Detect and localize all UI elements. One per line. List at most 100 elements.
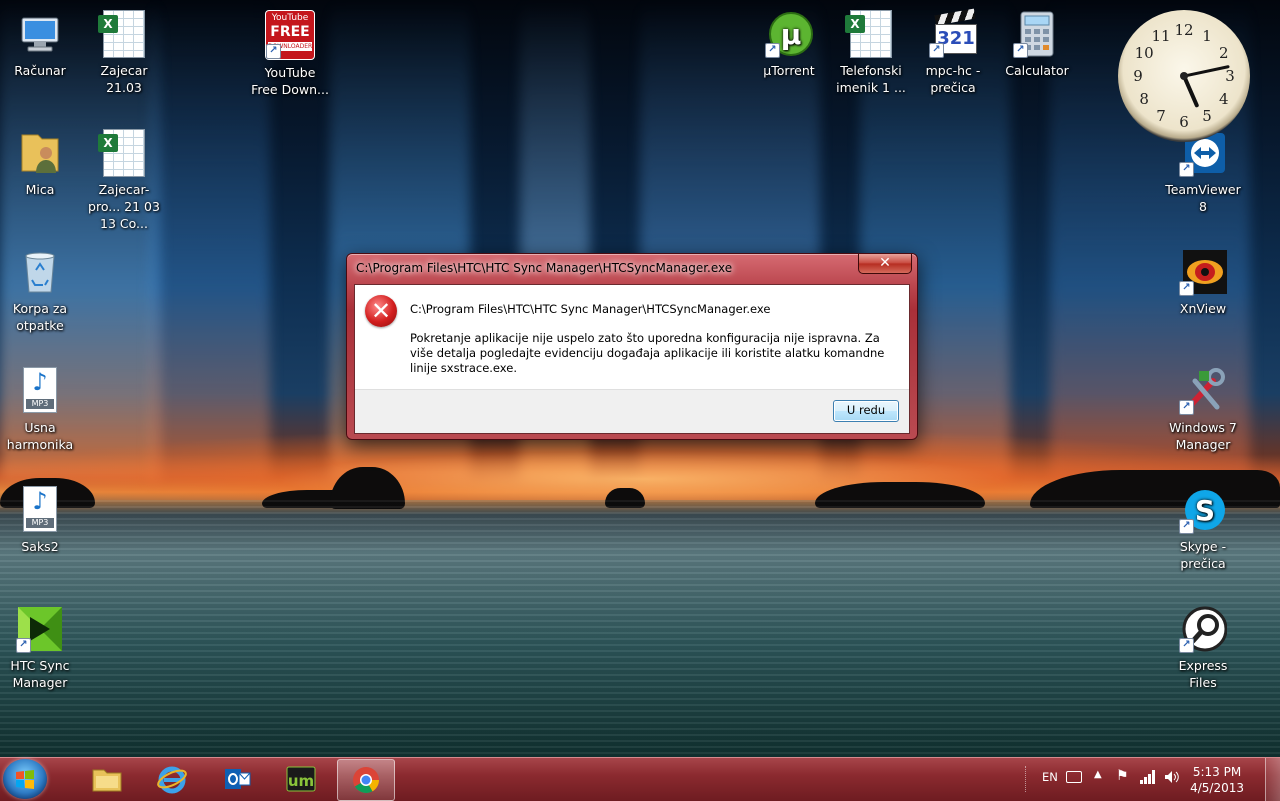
taskbar-um[interactable]: um xyxy=(273,759,329,799)
error-icon: ✕ xyxy=(365,295,397,327)
clock-number: 6 xyxy=(1179,113,1189,131)
outlook-icon xyxy=(225,769,251,789)
desktop-icon-htc-sync-manager[interactable]: ↗ HTC Sync Manager xyxy=(0,605,80,691)
shortcut-arrow-icon: ↗ xyxy=(1013,43,1028,58)
xnview-icon: ↗ xyxy=(1179,248,1227,296)
shortcut-arrow-icon: ↗ xyxy=(1179,281,1194,296)
excel-file-icon: X xyxy=(845,10,895,58)
um-icon: um xyxy=(286,766,316,792)
taskbar-explorer[interactable] xyxy=(79,759,135,799)
computer-icon xyxy=(16,10,64,58)
shortcut-arrow-icon: ↗ xyxy=(1179,400,1194,415)
mp3-file-icon: ♪ MP3 xyxy=(16,367,64,415)
icon-label: mpc-hc - prečica xyxy=(925,63,981,95)
clock-center xyxy=(1180,72,1188,80)
user-folder-icon xyxy=(16,129,64,177)
desktop-icon-teamviewer[interactable]: ↗ TeamViewer 8 xyxy=(1163,129,1243,215)
excel-file-icon: X xyxy=(98,10,148,58)
svg-text:µ: µ xyxy=(781,18,802,51)
icon-label: Skype - prečica xyxy=(1179,539,1227,571)
taskbar: um EN ▲ ⚑ 5:13 PM 4/5/2013 xyxy=(0,757,1280,801)
shortcut-arrow-icon: ↗ xyxy=(1179,638,1194,653)
explorer-icon xyxy=(92,769,122,792)
show-hidden-icons-icon[interactable]: ▲ xyxy=(1094,769,1102,780)
desktop-icon-mica[interactable]: Mica xyxy=(0,129,80,198)
utorrent-icon: µ ↗ xyxy=(765,10,813,58)
dialog-heading: C:\Program Files\HTC\HTC Sync Manager\HT… xyxy=(410,302,771,316)
icon-label: Zajecar 21.03 xyxy=(100,63,148,95)
express-files-icon: ↗ xyxy=(1179,605,1228,653)
desktop-icon-saks2[interactable]: ♪ MP3 Saks2 xyxy=(0,486,80,555)
clock-number: 5 xyxy=(1202,106,1212,125)
desktop-icon-utorrent[interactable]: µ ↗ µTorrent xyxy=(749,10,829,79)
tools-icon: ↗ xyxy=(1179,367,1227,415)
shortcut-arrow-icon: ↗ xyxy=(266,44,281,59)
skype-icon: S ↗ xyxy=(1179,486,1227,534)
svg-text:um: um xyxy=(288,772,314,790)
system-clock[interactable]: 5:13 PM 4/5/2013 xyxy=(1190,764,1244,796)
icon-label: Usna harmonika xyxy=(6,420,74,452)
clock-number: 9 xyxy=(1133,67,1143,85)
clock-time: 5:13 PM xyxy=(1192,765,1242,779)
desktop-icon-windows7-manager[interactable]: ↗ Windows 7 Manager xyxy=(1163,367,1243,453)
dialog-title: C:\Program Files\HTC\HTC Sync Manager\HT… xyxy=(356,261,733,275)
clock-number: 8 xyxy=(1139,90,1149,108)
icon-label: YouTube Free Down... xyxy=(251,65,329,97)
dialog-body: ✕ C:\Program Files\HTC\HTC Sync Manager\… xyxy=(354,284,910,434)
keyboard-icon[interactable] xyxy=(1066,771,1082,783)
clock-gadget[interactable]: 12 1 2 3 4 5 6 7 8 9 10 11 xyxy=(1118,10,1250,142)
desktop-icon-recycle-bin[interactable]: Korpa za otpatke xyxy=(0,248,80,334)
taskbar-outlook[interactable] xyxy=(209,759,265,799)
chrome-icon xyxy=(353,767,380,794)
desktop-icon-mpc-hc[interactable]: 321 ↗ mpc-hc - prečica xyxy=(913,8,993,96)
start-button[interactable] xyxy=(3,759,47,799)
shortcut-arrow-icon: ↗ xyxy=(1179,519,1194,534)
icon-label: Mica xyxy=(25,182,55,197)
desktop-icon-youtube-downloader[interactable]: YouTube FREE DOWNLOADER ↗ YouTube Free D… xyxy=(250,10,330,98)
taskbar-chrome[interactable] xyxy=(337,759,395,801)
icon-label: µTorrent xyxy=(763,63,815,78)
desktop-icon-zajecar-pro[interactable]: X Zajecar-pro... 21 03 13 Co... xyxy=(84,129,164,232)
desktop-icon-calculator[interactable]: ↗ Calculator xyxy=(997,10,1077,79)
htc-sync-icon: ↗ xyxy=(16,605,64,653)
show-desktop-button[interactable] xyxy=(1265,758,1280,801)
icon-label: HTC Sync Manager xyxy=(10,658,70,690)
close-button[interactable]: ✕ xyxy=(858,254,912,274)
desktop-icon-skype[interactable]: S ↗ Skype - prečica xyxy=(1163,486,1243,572)
shortcut-arrow-icon: ↗ xyxy=(16,638,31,653)
clock-number: 12 xyxy=(1174,21,1194,39)
internet-explorer-icon xyxy=(157,766,187,794)
icon-label: TeamViewer 8 xyxy=(1165,182,1241,214)
action-center-flag-icon[interactable]: ⚑ xyxy=(1116,768,1129,784)
clock-date: 4/5/2013 xyxy=(1190,781,1244,795)
desktop-icon-xnview[interactable]: ↗ XnView xyxy=(1163,248,1243,317)
icon-label: XnView xyxy=(1179,301,1227,316)
clock-hour-hand xyxy=(1182,75,1200,108)
shortcut-arrow-icon: ↗ xyxy=(1179,162,1194,177)
excel-file-icon: X xyxy=(98,129,148,177)
recycle-bin-icon xyxy=(16,248,64,296)
ok-button[interactable]: U redu xyxy=(833,400,899,422)
shortcut-arrow-icon: ↗ xyxy=(765,43,780,58)
desktop-icon-express-files[interactable]: ↗ Express Files xyxy=(1163,605,1243,691)
icon-label: Korpa za otpatke xyxy=(12,301,68,333)
mpc-hc-icon: 321 ↗ xyxy=(929,8,977,58)
icon-label: Windows 7 Manager xyxy=(1169,420,1237,452)
icon-label: Express Files xyxy=(1178,658,1228,690)
calculator-icon: ↗ xyxy=(1013,10,1061,58)
clock-number: 11 xyxy=(1151,27,1171,46)
desktop-icon-zajecar[interactable]: X Zajecar 21.03 xyxy=(84,10,164,96)
youtube-downloader-icon: YouTube FREE DOWNLOADER ↗ xyxy=(265,10,315,60)
desktop-icon-telefonski-imenik[interactable]: X Telefonski imenik 1 ... xyxy=(831,10,911,96)
language-indicator[interactable]: EN xyxy=(1042,770,1058,784)
network-signal-icon[interactable] xyxy=(1140,770,1156,787)
mp3-file-icon: ♪ MP3 xyxy=(16,486,64,534)
desktop-icon-usna-harmonika[interactable]: ♪ MP3 Usna harmonika xyxy=(0,367,80,453)
icon-label: Calculator xyxy=(1005,63,1069,78)
icon-label: Računar xyxy=(14,63,66,78)
volume-icon[interactable] xyxy=(1164,769,1180,788)
tray-grip xyxy=(1025,766,1029,792)
desktop-icon-racunar[interactable]: Računar xyxy=(0,10,80,79)
error-dialog: C:\Program Files\HTC\HTC Sync Manager\HT… xyxy=(346,253,918,440)
taskbar-internet-explorer[interactable] xyxy=(144,759,200,799)
